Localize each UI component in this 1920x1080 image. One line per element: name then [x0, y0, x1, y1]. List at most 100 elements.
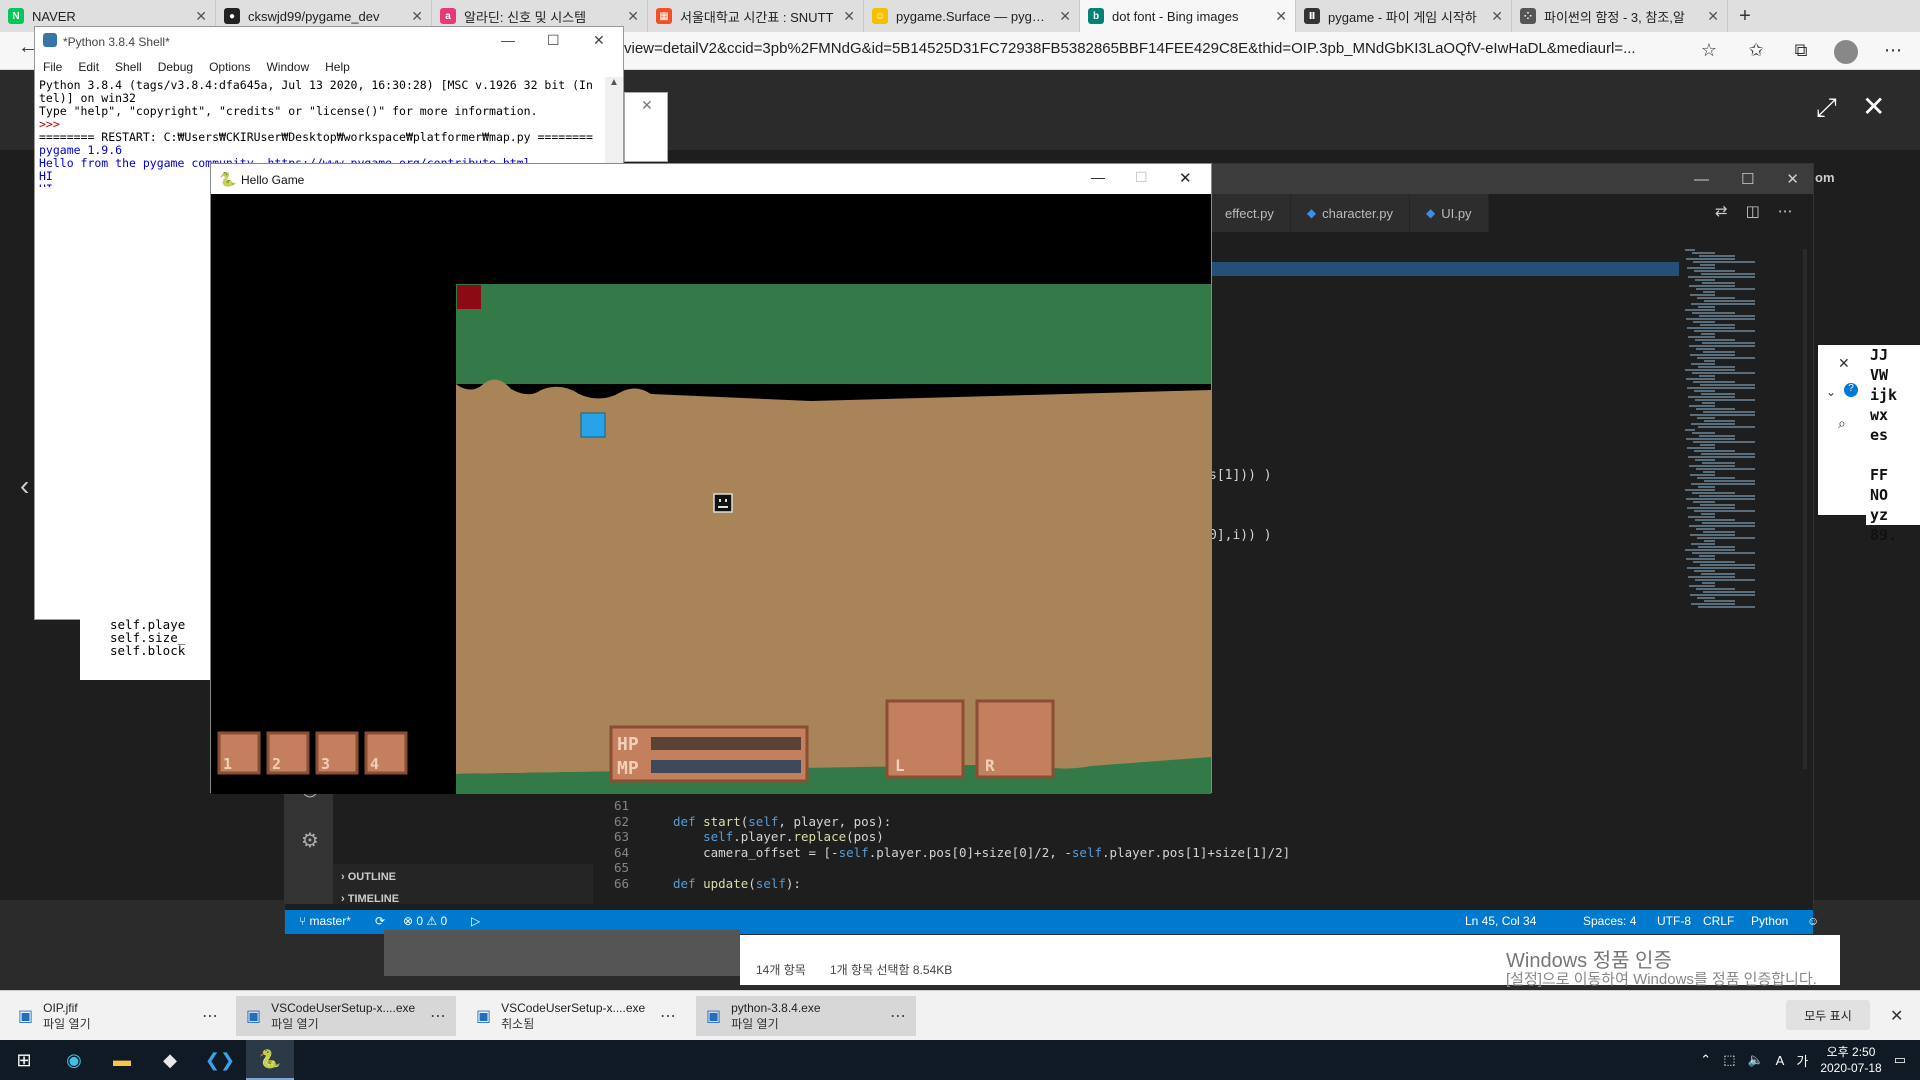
start-windows-icon[interactable]: ⊞ [0, 1040, 48, 1080]
python-file-icon: ◆ [1425, 206, 1436, 220]
more-options-icon[interactable]: ⋯ [660, 1006, 676, 1026]
settings-gear-icon[interactable]: ⚙ [297, 828, 323, 854]
tab-close-icon[interactable]: ✕ [1491, 8, 1503, 25]
file-explorer-icon[interactable]: ▬ [98, 1040, 146, 1080]
minimap-line [1702, 282, 1735, 284]
feedback-icon[interactable]: ☺ [1807, 914, 1819, 928]
new-tab-button[interactable]: + [1728, 0, 1762, 32]
split-editor-icon[interactable]: ◫ [1746, 202, 1760, 220]
browser-tab[interactable]: b dot font - Bing images ✕ [1080, 0, 1296, 32]
more-options-icon[interactable]: ⋯ [202, 1006, 218, 1026]
browser-tab[interactable]: ☺ pygame.Surface — pygame ✕ [864, 0, 1080, 32]
chevron-down-icon[interactable]: ⌄ [1826, 385, 1836, 399]
close-icon[interactable]: ✕ [593, 32, 605, 49]
run-icon[interactable]: ▷ [471, 914, 480, 928]
tab-close-icon[interactable]: ✕ [1707, 8, 1719, 25]
code-editor[interactable]: 61 62 def start(self, player, pos): 63 self… [593, 794, 1813, 904]
volume-icon[interactable]: 🔈 [1747, 1052, 1763, 1068]
python-taskbar-icon[interactable]: 🐍 [246, 1040, 294, 1080]
minimap-line [1696, 408, 1735, 410]
popup-close-icon[interactable]: ✕ [1838, 355, 1850, 372]
download-item[interactable]: ▣ VSCodeUserSetup-x....exe 취소됨 ⋯ [466, 996, 686, 1036]
tray-overflow-icon[interactable]: ⌃ [1700, 1052, 1711, 1068]
tab-close-icon[interactable]: ✕ [195, 8, 207, 25]
close-icon[interactable]: ✕ [641, 97, 653, 114]
shell-menu-file[interactable]: File [43, 60, 62, 74]
game-scene[interactable]: 1 2 3 4 HP MP L R [211, 194, 1211, 794]
maximize-icon[interactable]: ☐ [547, 32, 560, 49]
shell-menu-edit[interactable]: Edit [78, 60, 99, 74]
show-all-downloads-button[interactable]: 모두 표시 [1786, 1000, 1870, 1030]
url-text[interactable]: view=detailV2&ccid=3pb%2FMNdG&id=5B14525… [624, 40, 1684, 62]
shell-menu-window[interactable]: Window [266, 60, 309, 74]
browser-tab[interactable]: ⁘ 파이썬의 함정 - 3, 참조,알 ✕ [1512, 0, 1728, 32]
tab-close-icon[interactable]: ✕ [1059, 8, 1071, 25]
shell-menu-options[interactable]: Options [209, 60, 250, 74]
cursor-position[interactable]: Ln 45, Col 34 [1465, 914, 1536, 928]
shell-menu-debug[interactable]: Debug [158, 60, 193, 74]
more-options-icon[interactable]: ⋯ [430, 1006, 446, 1026]
download-status[interactable]: 취소됨 [501, 1016, 645, 1032]
git-branch[interactable]: ⑂ master* [299, 914, 351, 928]
profile-avatar[interactable] [1834, 40, 1858, 64]
minimize-icon[interactable]: — [1091, 169, 1105, 185]
problems-indicator[interactable]: ⊗ 0 ⚠ 0 [403, 914, 447, 928]
more-actions-icon[interactable]: ⋯ [1778, 202, 1793, 220]
search-icon[interactable]: ⌕ [1838, 415, 1846, 432]
tab-close-icon[interactable]: ✕ [411, 8, 423, 25]
collections-icon[interactable]: ⧉ [1788, 40, 1814, 64]
game-canvas[interactable]: 1 2 3 4 HP MP L R [211, 194, 1211, 794]
download-status[interactable]: 파일 열기 [271, 1016, 415, 1032]
minimap-line [1699, 495, 1755, 497]
help-icon[interactable]: ? [1844, 383, 1858, 397]
favorites-bar-icon[interactable]: ✩ [1743, 40, 1769, 64]
tab-close-icon[interactable]: ✕ [627, 8, 639, 25]
downloads-close-icon[interactable]: ✕ [1890, 1006, 1903, 1026]
ime-mode[interactable]: A [1776, 1053, 1785, 1068]
favorite-star-icon[interactable]: ☆ [1696, 40, 1722, 64]
browser-tab[interactable]: ▦ 서울대학교 시간표 : SNUTT ✕ [648, 0, 864, 32]
network-icon[interactable]: ⬚ [1723, 1052, 1735, 1068]
minimize-icon[interactable]: — [1694, 171, 1709, 188]
download-status[interactable]: 파일 열기 [731, 1016, 820, 1032]
time: 오후 2:50 [1826, 1045, 1876, 1059]
git-icon[interactable]: ◆ [146, 1040, 194, 1080]
shell-menu-shell[interactable]: Shell [115, 60, 142, 74]
maximize-icon[interactable]: ☐ [1741, 170, 1754, 188]
line-ending[interactable]: CRLF [1703, 914, 1734, 928]
expand-icon[interactable]: ⤢ [1816, 92, 1837, 124]
maximize-icon[interactable]: ☐ [1135, 169, 1148, 186]
browser-tab[interactable]: Ⅱ pygame - 파이 게임 시작하 ✕ [1296, 0, 1512, 32]
tab-effect[interactable]: effect.py [1209, 194, 1291, 232]
tab-character[interactable]: ◆ character.py [1290, 194, 1410, 232]
download-status[interactable]: 파일 열기 [43, 1016, 91, 1032]
tab-ui[interactable]: ◆ UI.py [1409, 194, 1489, 232]
notification-center-icon[interactable]: ▭ [1894, 1052, 1906, 1068]
tab-close-icon[interactable]: ✕ [1275, 8, 1287, 25]
encoding[interactable]: UTF-8 [1657, 914, 1691, 928]
minimize-icon[interactable]: — [501, 32, 515, 48]
vscode-icon[interactable]: ❮❯ [196, 1040, 244, 1080]
shell-menu-help[interactable]: Help [325, 60, 350, 74]
compare-icon[interactable]: ⇄ [1715, 202, 1728, 220]
previous-image-icon[interactable]: ‹ [20, 470, 29, 502]
timeline-section[interactable]: › TIMELINE [341, 893, 399, 905]
sync-icon[interactable]: ⟳ [375, 914, 385, 928]
close-icon[interactable]: ✕ [1786, 170, 1799, 188]
language-mode[interactable]: Python [1751, 914, 1788, 928]
editor-scrollbar[interactable] [1803, 249, 1807, 769]
more-options-icon[interactable]: ⋯ [890, 1006, 906, 1026]
download-item[interactable]: ▣ OIP.jfif 파일 열기 ⋯ [8, 996, 228, 1036]
close-icon[interactable]: ✕ [1179, 169, 1192, 187]
download-item[interactable]: ▣ VSCodeUserSetup-x....exe 파일 열기 ⋯ [236, 996, 456, 1036]
clock[interactable]: 오후 2:50 2020-07-18 [1820, 1044, 1881, 1076]
tab-close-icon[interactable]: ✕ [843, 8, 855, 25]
outline-section[interactable]: › OUTLINE [341, 871, 396, 883]
indentation[interactable]: Spaces: 4 [1583, 914, 1636, 928]
scroll-up-icon[interactable]: ▲ [609, 77, 619, 88]
ime-hangul[interactable]: 가 [1796, 1051, 1808, 1070]
download-item[interactable]: ▣ python-3.8.4.exe 파일 열기 ⋯ [696, 996, 916, 1036]
viewer-close-icon[interactable]: ✕ [1862, 90, 1885, 123]
more-menu-icon[interactable]: ⋯ [1880, 40, 1906, 64]
edge-browser-icon[interactable]: ◉ [50, 1040, 98, 1080]
